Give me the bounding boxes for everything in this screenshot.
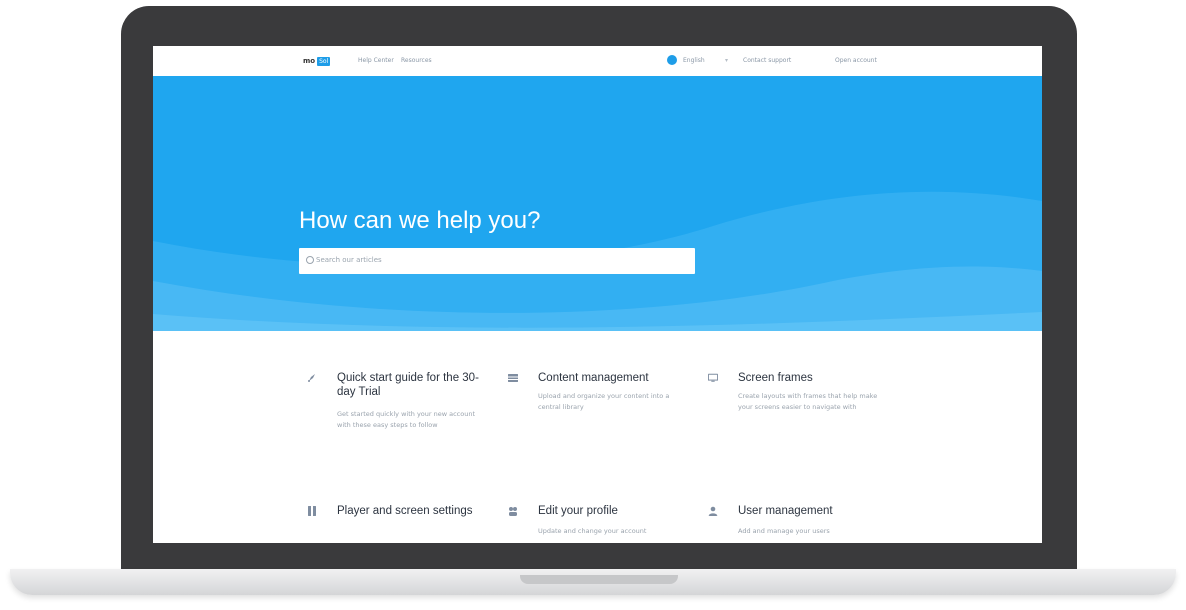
card-user-management[interactable]: User management Add and manage your user…	[708, 504, 898, 543]
nav-link-resources[interactable]: Resources	[401, 57, 432, 64]
card-title: Edit your profile	[538, 505, 618, 517]
rocket-icon	[308, 374, 315, 382]
hero-wave-background	[153, 191, 1042, 331]
laptop-screen: mo Sol Help Center Resources English ▾ C…	[153, 46, 1042, 543]
nav-link-help-center[interactable]: Help Center	[358, 57, 394, 64]
monitor-icon	[708, 373, 718, 382]
card-content-management[interactable]: Content management Upload and organize y…	[508, 371, 698, 431]
hero-title: How can we help you?	[299, 207, 541, 234]
hero-banner: How can we help you? Search our articles	[153, 76, 1042, 331]
top-navigation-bar: mo Sol Help Center Resources English ▾ C…	[153, 46, 1042, 76]
card-description: Update and change your account	[538, 527, 647, 535]
card-title: Player and screen settings	[337, 505, 473, 517]
language-selector[interactable]: English	[683, 57, 705, 64]
chevron-down-icon[interactable]: ▾	[725, 57, 728, 64]
brand-logo[interactable]: mo Sol	[303, 55, 331, 67]
logo-badge: Sol	[317, 56, 331, 66]
columns-icon	[308, 506, 316, 516]
search-input[interactable]: Search our articles	[299, 248, 695, 274]
card-edit-profile[interactable]: Edit your profile Update and change your…	[508, 504, 698, 543]
language-globe-icon[interactable]	[667, 55, 677, 65]
card-description: Create layouts with frames that help mak…	[738, 392, 878, 411]
search-icon	[306, 256, 314, 264]
card-description: Add and manage your users	[738, 527, 830, 535]
card-quick-start[interactable]: Quick start guide for the 30-day Trial G…	[307, 371, 497, 441]
nav-link-contact-support[interactable]: Contact support	[743, 57, 791, 64]
card-description: Get started quickly with your new accoun…	[337, 410, 476, 429]
card-title: Screen frames	[738, 372, 813, 384]
card-screen-frames[interactable]: Screen frames Create layouts with frames…	[708, 371, 898, 441]
laptop-notch	[520, 575, 678, 584]
card-player-screen-settings[interactable]: Player and screen settings	[307, 504, 497, 543]
card-title: User management	[738, 505, 833, 517]
logo-text: mo	[303, 57, 316, 65]
card-description: Upload and organize your content into a …	[538, 392, 670, 411]
card-title: Quick start guide for the 30-day Trial	[337, 372, 479, 398]
card-title: Content management	[538, 372, 649, 384]
user-icon	[708, 506, 718, 516]
nav-link-open-account[interactable]: Open account	[835, 57, 877, 64]
grid-icon	[508, 374, 518, 382]
search-placeholder: Search our articles	[316, 256, 382, 264]
people-icon	[509, 507, 517, 516]
